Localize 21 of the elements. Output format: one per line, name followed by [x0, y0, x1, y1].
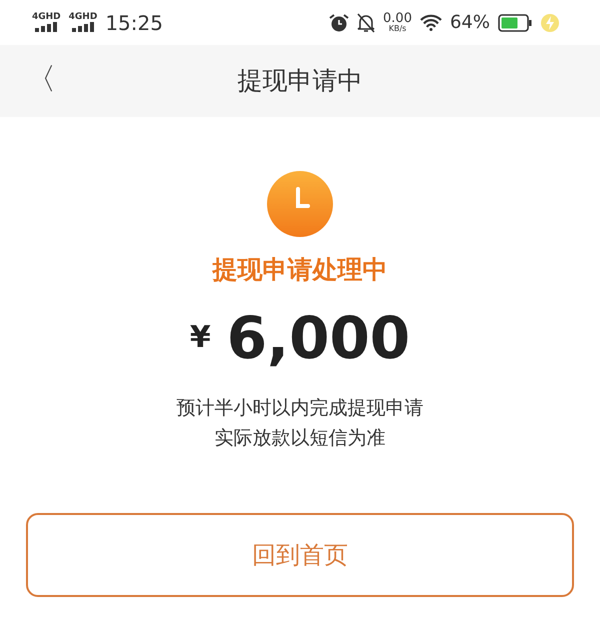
- wifi-icon: [420, 14, 442, 31]
- clock-icon: [267, 171, 333, 237]
- note-text: 实际放款以短信为准: [214, 426, 386, 450]
- status-title: 提现申请处理中: [212, 254, 388, 286]
- network-speed: 0.00: [383, 12, 412, 25]
- alarm-icon: [329, 12, 350, 32]
- battery-percent: 64%: [450, 11, 490, 35]
- currency-symbol: ¥: [190, 319, 211, 357]
- back-button[interactable]: 〈: [26, 57, 56, 102]
- note-text: 预计半小时以内完成提现申请: [176, 396, 424, 420]
- clock-time: 15:25: [105, 10, 163, 36]
- battery-icon: [498, 14, 532, 32]
- signal-icon: [72, 22, 94, 32]
- charging-icon: [540, 12, 560, 32]
- signal-icon: [35, 22, 58, 32]
- network-label: 4GHD: [68, 13, 98, 22]
- amount: 6,000: [226, 308, 410, 366]
- network-label: 4GHD: [32, 13, 61, 22]
- bell-off-icon: [357, 12, 376, 32]
- page-title: 提现申请中: [238, 65, 362, 98]
- speed-unit: KB/s: [388, 25, 406, 33]
